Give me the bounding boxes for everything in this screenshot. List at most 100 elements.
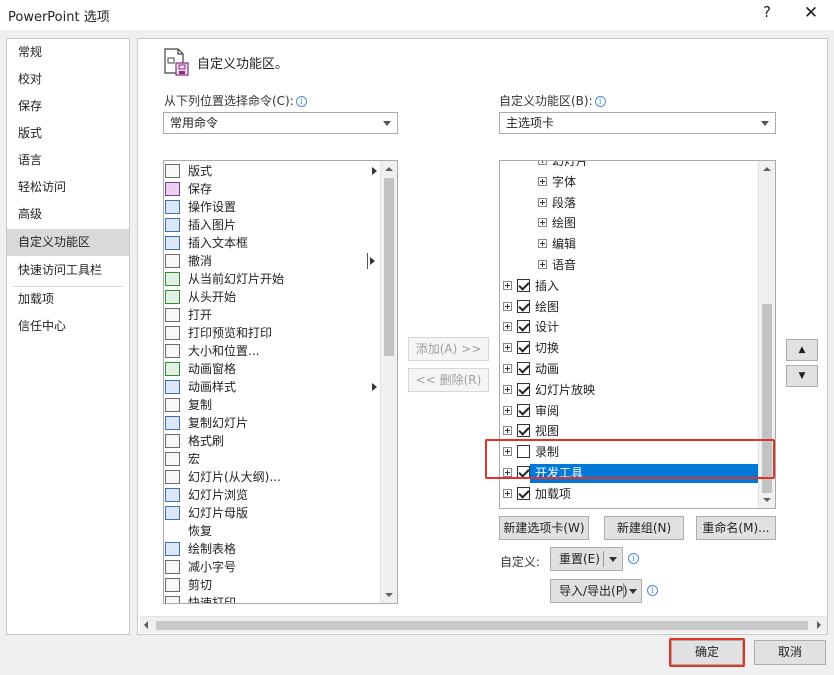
nav-item-proofing[interactable]: 校对 [7, 66, 129, 93]
command-item[interactable]: 幻灯片母版 [164, 504, 384, 522]
move-down-button[interactable]: ▼ [786, 365, 818, 387]
cancel-button[interactable]: 取消 [754, 640, 826, 665]
tab-checkbox[interactable] [517, 299, 530, 313]
scroll-right-icon[interactable] [817, 621, 821, 629]
expand-icon[interactable] [503, 384, 512, 394]
tree-item[interactable]: 设计 [500, 317, 759, 337]
tab-checkbox[interactable] [517, 278, 530, 292]
expand-icon[interactable] [538, 197, 547, 207]
expand-icon[interactable] [503, 488, 512, 498]
expand-icon[interactable] [538, 161, 547, 165]
tree-item[interactable]: 动画 [500, 359, 759, 379]
command-item[interactable]: 幻灯片(从大纲)... [164, 468, 384, 486]
command-item[interactable]: 快速打印 [164, 594, 384, 603]
scroll-left-icon[interactable] [144, 621, 148, 629]
command-item[interactable]: 动画样式 [164, 378, 384, 396]
scroll-up-icon[interactable] [381, 161, 397, 177]
tree-item[interactable]: 插入 [500, 276, 759, 296]
rename-button[interactable]: 重命名(M)... [696, 516, 776, 540]
nav-item-general[interactable]: 常规 [7, 39, 129, 66]
command-item[interactable]: 保存 [164, 180, 384, 198]
tree-item[interactable]: 幻灯片 [500, 161, 759, 171]
tab-checkbox[interactable] [517, 403, 530, 417]
tree-item[interactable]: 幻灯片放映 [500, 380, 759, 400]
command-item[interactable]: 格式刷 [164, 432, 384, 450]
new-group-button[interactable]: 新建组(N) [604, 516, 684, 540]
command-item[interactable]: 复制 [164, 396, 384, 414]
nav-item-accessibility[interactable]: 轻松访问 [7, 174, 129, 201]
tree-item[interactable]: 段落 [500, 193, 759, 213]
new-tab-button[interactable]: 新建选项卡(W) [499, 516, 589, 540]
expand-icon[interactable] [503, 447, 512, 457]
choose-commands-dropdown[interactable]: 常用命令 [163, 112, 398, 134]
expand-icon[interactable] [538, 176, 547, 186]
close-button[interactable]: ✕ [800, 3, 822, 25]
command-item[interactable]: 版式 [164, 162, 384, 180]
command-item[interactable]: 绘制表格 [164, 540, 384, 558]
horizontal-scrollbar[interactable] [140, 616, 827, 633]
tab-checkbox[interactable] [517, 486, 530, 500]
ribbon-tree-scrollbar[interactable] [758, 161, 775, 508]
nav-item-customize-ribbon[interactable]: 自定义功能区 [7, 229, 129, 256]
expand-icon[interactable] [503, 280, 512, 290]
tab-checkbox[interactable] [517, 424, 530, 438]
expand-icon[interactable] [503, 426, 512, 436]
expand-icon[interactable] [503, 405, 512, 415]
tree-item[interactable]: 录制 [500, 442, 759, 462]
reset-button[interactable]: 重置(E) [550, 547, 623, 571]
tree-item[interactable]: 绘图 [500, 213, 759, 233]
nav-item-save[interactable]: 保存 [7, 93, 129, 120]
tab-checkbox[interactable] [517, 341, 530, 355]
move-up-button[interactable]: ▲ [786, 339, 818, 361]
tree-item[interactable]: 加载项 [500, 484, 759, 504]
tree-item[interactable]: 编辑 [500, 234, 759, 254]
help-button[interactable]: ? [758, 3, 776, 25]
tab-checkbox[interactable] [517, 320, 530, 334]
command-item[interactable]: 大小和位置... [164, 342, 384, 360]
nav-item-trust-center[interactable]: 信任中心 [7, 313, 129, 340]
command-item[interactable]: 复制幻灯片 [164, 414, 384, 432]
nav-item-language[interactable]: 语言 [7, 147, 129, 174]
tree-item[interactable]: 视图 [500, 421, 759, 441]
command-item[interactable]: 插入文本框 [164, 234, 384, 252]
command-item[interactable]: 恢复 [164, 522, 384, 540]
expand-icon[interactable] [538, 260, 547, 269]
tree-item[interactable]: 字体 [500, 172, 759, 192]
scroll-up-icon[interactable] [759, 161, 775, 177]
expand-icon[interactable] [503, 364, 512, 373]
nav-item-addins[interactable]: 加载项 [7, 286, 129, 313]
ok-button[interactable]: 确定 [671, 640, 743, 665]
command-item[interactable]: 剪切 [164, 576, 384, 594]
command-item[interactable]: 幻灯片浏览 [164, 486, 384, 504]
tree-item[interactable]: 语音 [500, 255, 759, 275]
nav-item-quick-access-toolbar[interactable]: 快速访问工具栏 [7, 257, 129, 284]
scroll-down-icon[interactable] [381, 587, 397, 603]
command-item[interactable]: 操作设置 [164, 198, 384, 216]
tree-item[interactable]: 绘图 [500, 297, 759, 317]
ribbon-tabs-dropdown[interactable]: 主选项卡 [499, 112, 776, 134]
command-item[interactable]: 减小字号 [164, 558, 384, 576]
import-export-button[interactable]: 导入/导出(P) [550, 579, 642, 603]
tab-checkbox[interactable] [517, 507, 530, 508]
command-item[interactable]: 从头开始 [164, 288, 384, 306]
command-item[interactable]: 宏 [164, 450, 384, 468]
command-item[interactable]: 打开 [164, 306, 384, 324]
expand-icon[interactable] [538, 218, 547, 228]
expand-icon[interactable] [538, 239, 547, 249]
tab-checkbox[interactable] [517, 466, 530, 479]
expand-icon[interactable] [503, 322, 512, 332]
tree-item[interactable]: 帮助 [500, 505, 759, 508]
add-button[interactable]: 添加(A) >> [408, 337, 489, 361]
scroll-thumb[interactable] [156, 621, 808, 630]
tab-checkbox[interactable] [517, 445, 530, 459]
command-item[interactable]: 动画窗格 [164, 360, 384, 378]
tree-item-selected[interactable]: 开发工具 [500, 463, 759, 483]
tab-checkbox[interactable] [517, 382, 530, 396]
command-item[interactable]: 撤消 [164, 252, 384, 270]
tree-item[interactable]: 审阅 [500, 401, 759, 421]
command-item[interactable]: 插入图片 [164, 216, 384, 234]
nav-item-layout[interactable]: 版式 [7, 120, 129, 147]
command-item[interactable]: 打印预览和打印 [164, 324, 384, 342]
expand-icon[interactable] [503, 343, 512, 353]
commands-scrollbar[interactable] [380, 161, 397, 603]
